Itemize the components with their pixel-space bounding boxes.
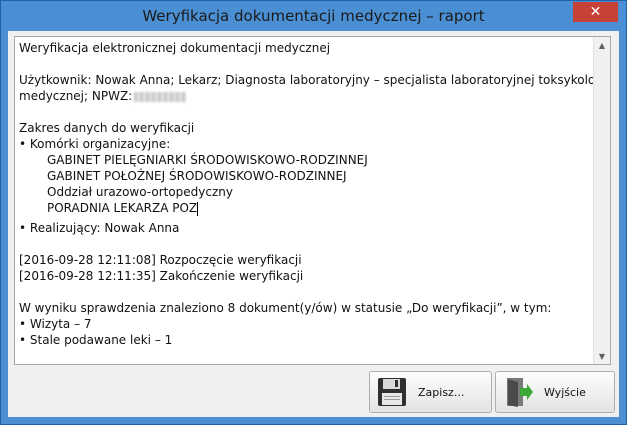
unit-item: Oddział urazowo-ortopedyczny [47, 185, 233, 199]
unit-item: GABINET POŁOŻNEJ ŚRODOWISKOWO-RODZINNEJ [47, 169, 347, 183]
exit-button[interactable]: Wyjście [495, 371, 615, 413]
report-content: Weryfikacja elektronicznej dokumentacji … [19, 40, 610, 348]
log-start: [2016-09-28 12:11:08] Rozpoczęcie weryfi… [19, 253, 302, 267]
title-bar[interactable]: Weryfikacja dokumentacji medycznej – rap… [1, 1, 626, 31]
door-exit-icon [496, 373, 540, 411]
dialog-body: Weryfikacja elektronicznej dokumentacji … [8, 31, 619, 417]
npwz-redacted [134, 91, 187, 102]
window-title: Weryfikacja dokumentacji medycznej – rap… [142, 7, 485, 25]
scope-title: Zakres danych do weryfikacji [19, 121, 195, 135]
result-item: • Wizyta – 7 [19, 317, 92, 331]
report-textarea[interactable]: Weryfikacja elektronicznej dokumentacji … [14, 36, 611, 365]
result-item: • Stale podawane leki – 1 [19, 333, 173, 347]
exit-button-label: Wyjście [544, 385, 586, 399]
close-button[interactable]: ✕ [573, 2, 618, 22]
user-info-line-1: Użytkownik: Nowak Anna; Lekarz; Diagnost… [19, 73, 610, 87]
close-icon: ✕ [589, 4, 602, 20]
floppy-disk-icon [370, 373, 414, 411]
vertical-scrollbar[interactable]: ▲ ▼ [593, 37, 610, 364]
scroll-down-icon[interactable]: ▼ [594, 348, 610, 364]
log-end: [2016-09-28 12:11:35] Zakończenie weryfi… [19, 269, 304, 283]
unit-item: PORADNIA LEKARZA POZ [47, 201, 198, 215]
user-info-text: medycznej; NPWZ: [19, 89, 133, 103]
realizer-line: • Realizujący: Nowak Anna [19, 221, 180, 235]
save-button-label: Zapisz... [418, 385, 465, 399]
units-label: • Komórki organizacyjne: [19, 137, 171, 151]
report-window: Weryfikacja dokumentacji medycznej – rap… [0, 0, 627, 425]
report-heading: Weryfikacja elektronicznej dokumentacji … [19, 41, 331, 55]
unit-item: GABINET PIELĘGNIARKI ŚRODOWISKOWO-RODZIN… [47, 153, 368, 167]
unit-item-with-caret: PORADNIA LEKARZA POZ [19, 200, 595, 216]
summary-line: W wyniku sprawdzenia znaleziono 8 dokume… [19, 301, 552, 315]
user-info-line-2: medycznej; NPWZ: [19, 88, 595, 104]
text-caret [197, 201, 199, 216]
save-button[interactable]: Zapisz... [369, 371, 492, 413]
scroll-up-icon[interactable]: ▲ [594, 37, 610, 53]
